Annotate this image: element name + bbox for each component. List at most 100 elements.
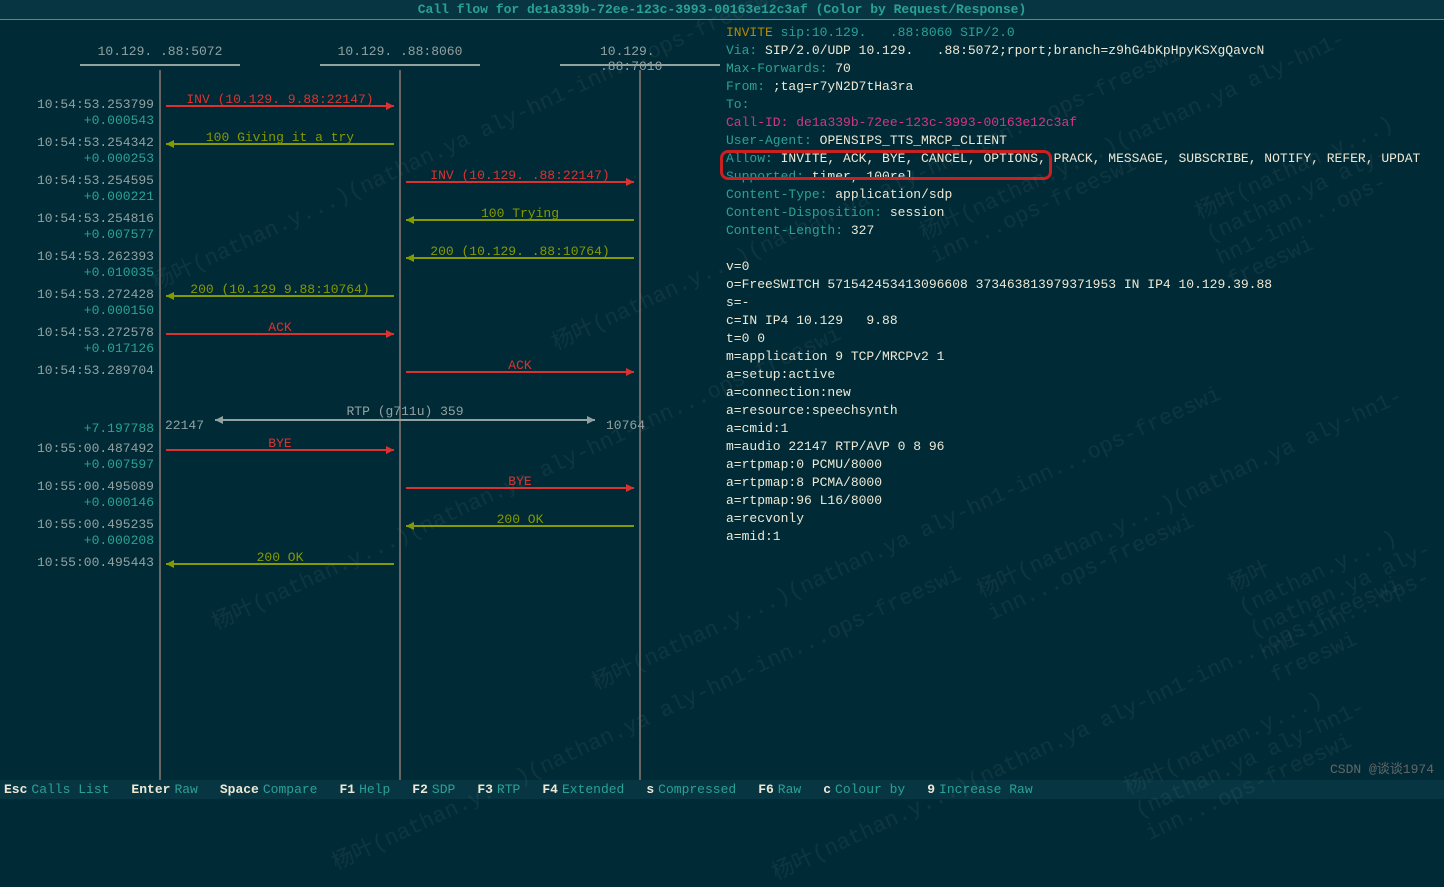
timestamp: 10:54:53.272578	[37, 325, 154, 340]
hotkey-label: Compare	[263, 782, 318, 797]
sip-header: Call-ID: de1a339b-72ee-123c-3993-00163e1…	[726, 114, 1444, 132]
sdp-line: m=application 9 TCP/MRCPv2 1	[726, 348, 1444, 366]
arrow-label: BYE	[406, 474, 634, 489]
sip-arrow[interactable]: 200 (10.129 9.88:10764)	[166, 282, 394, 298]
hotkey-key: Enter	[131, 782, 170, 797]
rtp-stream[interactable]: RTP (g711u) 3592214710764	[165, 404, 645, 436]
sip-arrow[interactable]: ACK	[406, 358, 634, 374]
node-underline	[560, 64, 720, 66]
hotkey-item[interactable]: 9 Increase Raw	[927, 782, 1032, 797]
time-delta: +0.000253	[84, 151, 154, 166]
sdp-line: m=audio 22147 RTP/AVP 0 8 96	[726, 438, 1444, 456]
time-delta: +0.000146	[84, 495, 154, 510]
footer-hotkeys: EscCalls ListEnterRawSpaceCompareF1HelpF…	[0, 780, 1444, 799]
time-delta: +0.000150	[84, 303, 154, 318]
sip-arrow[interactable]: BYE	[406, 474, 634, 490]
hotkey-key: c	[823, 782, 831, 797]
hotkey-key: s	[646, 782, 654, 797]
hotkey-item[interactable]: s Compressed	[646, 782, 736, 797]
time-delta: +0.007577	[84, 227, 154, 242]
rtp-port-right: 10764	[606, 418, 645, 433]
hotkey-key: F1	[339, 782, 355, 797]
hotkey-item[interactable]: F1 Help	[339, 782, 390, 797]
main-area: 10.129. .88:507210.129. .88:806010.129. …	[0, 20, 1444, 780]
sdp-line: s=-	[726, 294, 1444, 312]
hotkey-item[interactable]: Esc Calls List	[4, 782, 109, 797]
timestamp: 10:55:00.487492	[37, 441, 154, 456]
time-delta: +7.197788	[84, 421, 154, 436]
hotkey-label: SDP	[432, 782, 455, 797]
time-delta: +0.017126	[84, 341, 154, 356]
hotkey-key: Esc	[4, 782, 27, 797]
sip-arrow[interactable]: BYE	[166, 436, 394, 452]
sip-arrow[interactable]: 200 OK	[406, 512, 634, 528]
hotkey-key: F2	[412, 782, 428, 797]
arrow-label: BYE	[166, 436, 394, 451]
timestamp: 10:54:53.254595	[37, 173, 154, 188]
sip-arrow[interactable]: 100 Giving it a try	[166, 130, 394, 146]
time-delta: +0.010035	[84, 265, 154, 280]
sip-arrow[interactable]: ACK	[166, 320, 394, 336]
hotkey-key: 9	[927, 782, 935, 797]
sdp-line: a=connection:new	[726, 384, 1444, 402]
timestamp: 10:54:53.272428	[37, 287, 154, 302]
timestamp: 10:54:53.289704	[37, 363, 154, 378]
node-header-row: 10.129. .88:507210.129. .88:806010.129. …	[0, 20, 720, 70]
hotkey-label: Calls List	[31, 782, 109, 797]
sdp-line: a=rtpmap:96 L16/8000	[726, 492, 1444, 510]
time-delta: +0.000543	[84, 113, 154, 128]
user-agent-highlight	[720, 150, 1052, 180]
hotkey-item[interactable]: F4Extended	[542, 782, 624, 797]
hotkey-item[interactable]: Enter Raw	[131, 782, 197, 797]
arrow-label: 100 Trying	[406, 206, 634, 221]
arrow-label: 200 (10.129. .88:10764)	[406, 244, 634, 259]
sdp-line: a=cmid:1	[726, 420, 1444, 438]
hotkey-item[interactable]: F2 SDP	[412, 782, 455, 797]
hotkey-label: Compressed	[658, 782, 736, 797]
sdp-line: a=setup:active	[726, 366, 1444, 384]
arrow-label: INV (10.129. .88:22147)	[406, 168, 634, 183]
sip-message-detail[interactable]: INVITE sip:10.129. .88:8060 SIP/2.0Via: …	[720, 20, 1444, 780]
sdp-line: a=rtpmap:8 PCMA/8000	[726, 474, 1444, 492]
rtp-label: RTP (g711u) 359	[165, 404, 645, 419]
title-bar: Call flow for de1a339b-72ee-123c-3993-00…	[0, 0, 1444, 20]
sip-arrow[interactable]: 200 (10.129. .88:10764)	[406, 244, 634, 260]
hotkey-item[interactable]: cColour by	[823, 782, 905, 797]
sip-arrow[interactable]: 100 Trying	[406, 206, 634, 222]
hotkey-label: Help	[359, 782, 390, 797]
arrow-label: 200 OK	[166, 550, 394, 565]
timestamp: 10:54:53.254816	[37, 211, 154, 226]
node-label: 10.129. .88:8060	[338, 44, 463, 59]
hotkey-label: Raw	[778, 782, 801, 797]
sip-header: Max-Forwards: 70	[726, 60, 1444, 78]
hotkey-item[interactable]: F3 RTP	[477, 782, 520, 797]
sdp-line: t=0 0	[726, 330, 1444, 348]
hotkey-label: Increase Raw	[939, 782, 1033, 797]
sip-header: Content-Disposition: session	[726, 204, 1444, 222]
sdp-line: a=mid:1	[726, 528, 1444, 546]
time-delta: +0.000221	[84, 189, 154, 204]
hotkey-item[interactable]: Space Compare	[220, 782, 318, 797]
hotkey-key: Space	[220, 782, 259, 797]
sdp-line: a=resource:speechsynth	[726, 402, 1444, 420]
timestamp: 10:55:00.495235	[37, 517, 154, 532]
title-text: Call flow for de1a339b-72ee-123c-3993-00…	[418, 2, 1027, 17]
sdp-line: o=FreeSWITCH 571542453413096608 37346381…	[726, 276, 1444, 294]
arrow-label: ACK	[406, 358, 634, 373]
sdp-line: v=0	[726, 258, 1444, 276]
sip-arrow[interactable]: 200 OK	[166, 550, 394, 566]
sip-arrow[interactable]: INV (10.129. 9.88:22147)	[166, 92, 394, 108]
hotkey-key: F6	[758, 782, 774, 797]
csdn-watermark: CSDN @谈谈1974	[1330, 758, 1434, 777]
sdp-line: a=rtpmap:0 PCMU/8000	[726, 456, 1444, 474]
hotkey-key: F3	[477, 782, 493, 797]
call-flow-diagram[interactable]: 10.129. .88:507210.129. .88:806010.129. …	[0, 20, 720, 780]
sip-header: User-Agent: OPENSIPS_TTS_MRCP_CLIENT	[726, 132, 1444, 150]
sip-request-line: INVITE sip:10.129. .88:8060 SIP/2.0	[726, 24, 1444, 42]
sip-arrow[interactable]: INV (10.129. .88:22147)	[406, 168, 634, 184]
hotkey-label: Raw	[174, 782, 197, 797]
hotkey-item[interactable]: F6 Raw	[758, 782, 801, 797]
arrow-label: 200 (10.129 9.88:10764)	[166, 282, 394, 297]
hotkey-label: RTP	[497, 782, 520, 797]
node-vertical-line	[159, 70, 161, 780]
